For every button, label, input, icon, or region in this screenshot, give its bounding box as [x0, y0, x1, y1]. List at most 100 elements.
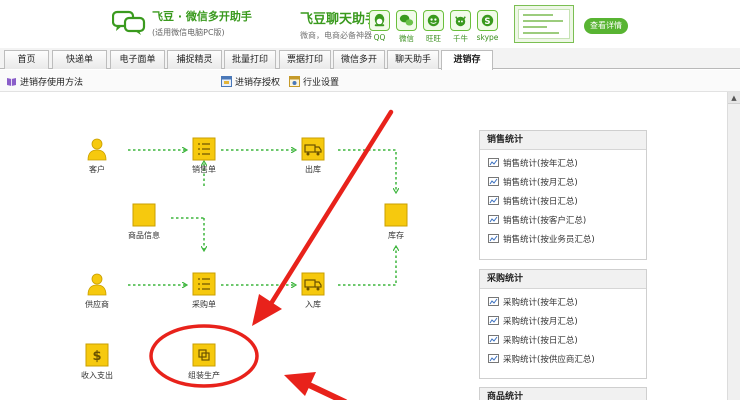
chart-icon [488, 158, 499, 167]
tab-capture-wizard[interactable]: 捕捉精灵 [167, 50, 222, 69]
tab-e-waybill[interactable]: 电子面单 [110, 50, 165, 69]
goods-stats-panel: 商品统计 [479, 387, 647, 400]
flow-node-label: 销售单 [192, 165, 216, 174]
flow-node-purchase-order[interactable]: 采购单 [174, 272, 234, 310]
brand-block: 飞豆 · 微信多开助手 (适用微信电脑PC版) [152, 8, 252, 38]
purchase-stats-panel: 采购统计 采购统计(按年汇总) 采购统计(按月汇总) 采购统计(按日汇总) 采购… [479, 269, 647, 379]
sales-stats-panel: 销售统计 销售统计(按年汇总) 销售统计(按月汇总) 销售统计(按日汇总) 销售… [479, 130, 647, 260]
chart-icon [488, 215, 499, 224]
app-qq: QQ [366, 10, 393, 44]
svg-text:$: $ [92, 349, 101, 364]
main-tab-bar: 首页 快递单 电子面单 捕捉精灵 批量打印 票据打印 微信多开 聊天助手 进销存 [0, 48, 740, 70]
tab-wechat-multi[interactable]: 微信多开 [333, 50, 385, 69]
brand-title: 飞豆 · 微信多开助手 [152, 10, 252, 23]
inventory-toolbar: 进销存使用方法 进销存授权 行业设置 [0, 70, 740, 92]
app-label: 千牛 [453, 34, 468, 43]
app-wangwang: 旺旺 [420, 10, 447, 44]
book-icon [7, 78, 16, 86]
tab-receipt-print[interactable]: 票据打印 [279, 50, 331, 69]
inventory-auth-button[interactable]: 进销存授权 [221, 75, 280, 88]
wangwang-icon [423, 10, 444, 31]
warehouse-box-icon [384, 203, 408, 227]
chart-icon [488, 335, 499, 344]
flow-node-outbound[interactable]: 出库 [283, 137, 343, 175]
chart-icon [488, 354, 499, 363]
flow-node-customer[interactable]: 客户 [67, 137, 127, 175]
flow-node-product-info[interactable]: 商品信息 [114, 203, 174, 241]
person-icon [87, 273, 107, 296]
chart-icon [488, 297, 499, 306]
app-label: QQ [373, 33, 386, 42]
panel-title: 销售统计 [480, 131, 646, 150]
truck-icon [301, 137, 325, 161]
tab-inventory[interactable]: 进销存 [441, 50, 493, 70]
industry-settings-button[interactable]: 行业设置 [289, 75, 339, 88]
supported-apps: QQ 微信 旺旺 千牛 S skype [366, 10, 501, 44]
annotation-arrowhead-upper [252, 294, 282, 326]
sales-stats-daily-link[interactable]: 销售统计(按日汇总) [480, 191, 646, 210]
chart-icon [488, 234, 499, 243]
settings-window-icon [289, 76, 300, 87]
flow-node-inbound[interactable]: 入库 [283, 272, 343, 310]
chat-bubbles-logo-icon [112, 10, 146, 35]
flow-node-inventory[interactable]: 库存 [366, 203, 426, 241]
flow-node-label: 客户 [89, 165, 105, 174]
purchase-stats-by-supplier-link[interactable]: 采购统计(按供应商汇总) [480, 349, 646, 368]
flow-node-label: 供应商 [85, 300, 109, 309]
brand-subtitle: (适用微信电脑PC版) [152, 28, 225, 37]
industry-settings-label: 行业设置 [303, 78, 340, 88]
flow-node-label: 库存 [388, 231, 404, 240]
skype-icon: S [477, 10, 498, 31]
chart-icon [488, 196, 499, 205]
usage-guide-button[interactable]: 进销存使用方法 [6, 75, 83, 88]
wechat-icon [396, 10, 417, 31]
tab-chat-assistant[interactable]: 聊天助手 [387, 50, 439, 69]
flow-node-label: 组装生产 [188, 371, 220, 380]
key-window-icon [221, 76, 232, 87]
flow-node-label: 收入支出 [81, 371, 113, 380]
chart-icon [488, 177, 499, 186]
person-icon [87, 138, 107, 161]
purchase-stats-yearly-link[interactable]: 采购统计(按年汇总) [480, 292, 646, 311]
flow-node-label: 入库 [305, 300, 321, 309]
sales-stats-monthly-link[interactable]: 销售统计(按月汇总) [480, 172, 646, 191]
svg-text:S: S [484, 17, 490, 27]
purchase-stats-monthly-link[interactable]: 采购统计(按月汇总) [480, 311, 646, 330]
app-qianniu: 千牛 [447, 10, 474, 44]
sales-stats-by-salesperson-link[interactable]: 销售统计(按业务员汇总) [480, 229, 646, 248]
vertical-scrollbar[interactable]: ▲ [727, 92, 740, 400]
app-label: 微信 [399, 34, 414, 43]
inventory-auth-label: 进销存授权 [235, 78, 281, 88]
ad-banner[interactable]: 飞豆 · 微信多开助手 (适用微信电脑PC版) 飞豆聊天助手 微商，电商必备神器… [0, 0, 740, 46]
app-skype: S skype [474, 10, 501, 44]
app-wechat: 微信 [393, 10, 420, 44]
dollar-icon: $ [85, 343, 109, 367]
flow-node-label: 出库 [305, 165, 321, 174]
panel-title: 商品统计 [480, 388, 646, 400]
app-window: 飞豆 · 微信多开助手 (适用微信电脑PC版) 飞豆聊天助手 微商，电商必备神器… [0, 0, 740, 400]
app-label: skype [476, 33, 499, 42]
view-details-button[interactable]: 查看详情 [584, 18, 628, 34]
flow-node-income-expense[interactable]: $ 收入支出 [67, 343, 127, 381]
flow-node-label: 商品信息 [128, 231, 160, 240]
annotation-arrow-lower [304, 381, 348, 400]
purchase-stats-daily-link[interactable]: 采购统计(按日汇总) [480, 330, 646, 349]
annotation-arrowhead-lower [284, 372, 316, 396]
qianniu-icon [450, 10, 471, 31]
flow-node-sales-order[interactable]: 销售单 [174, 137, 234, 175]
flow-node-label: 采购单 [192, 300, 216, 309]
flow-node-supplier[interactable]: 供应商 [67, 272, 127, 310]
tab-home[interactable]: 首页 [4, 50, 49, 69]
flow-node-assembly[interactable]: 组装生产 [174, 343, 234, 381]
tab-batch-print[interactable]: 批量打印 [224, 50, 276, 69]
list-document-icon [192, 272, 216, 296]
tab-express-waybill[interactable]: 快递单 [52, 50, 107, 69]
list-document-icon [192, 137, 216, 161]
truck-icon [301, 272, 325, 296]
sales-stats-yearly-link[interactable]: 销售统计(按年汇总) [480, 153, 646, 172]
panel-title: 采购统计 [480, 270, 646, 289]
chart-icon [488, 316, 499, 325]
sales-stats-by-customer-link[interactable]: 销售统计(按客户汇总) [480, 210, 646, 229]
scroll-up-arrow-icon[interactable]: ▲ [728, 92, 740, 104]
assembly-icon [192, 343, 216, 367]
